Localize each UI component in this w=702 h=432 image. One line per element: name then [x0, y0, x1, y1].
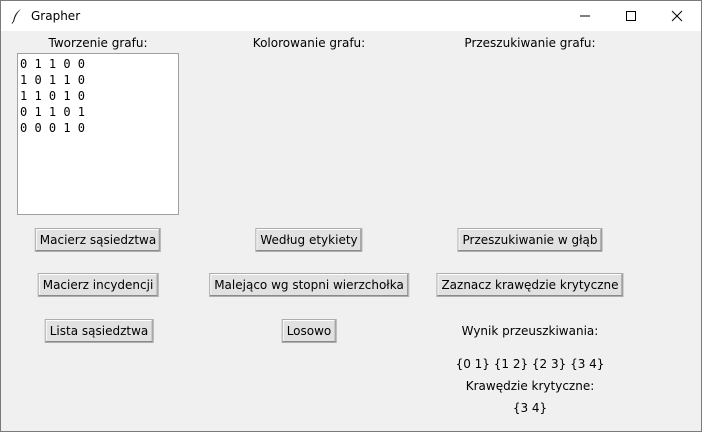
coloring-section-title: Kolorowanie grafu: [252, 36, 366, 50]
critical-edges-value: {3 4} [512, 401, 548, 415]
search-section-title: Przeszukiwanie grafu: [464, 36, 596, 50]
feather-icon [10, 8, 24, 24]
search-result-label: Wynik przeuszkiwania: [461, 324, 599, 338]
matrix-textbox[interactable]: 0 1 1 0 0 1 0 1 1 0 1 1 0 1 0 0 1 1 0 1 … [17, 53, 179, 215]
app-window: Grapher Tworzenie grafu: 0 1 1 0 0 1 0 1… [0, 0, 702, 432]
maximize-button[interactable] [608, 1, 654, 31]
search-result-value: {0 1} {1 2} {2 3} {3 4} [455, 357, 605, 371]
adjacency-matrix-button[interactable]: Macierz sąsiedztwa [34, 228, 162, 252]
adjacency-list-button[interactable]: Lista sąsiedztwa [44, 319, 154, 343]
incidence-matrix-button[interactable]: Macierz incydencji [37, 273, 159, 297]
color-by-label-button[interactable]: Według etykiety [255, 228, 363, 252]
minimize-button[interactable] [562, 1, 608, 31]
window-title: Grapher [31, 9, 81, 23]
close-button[interactable] [654, 1, 700, 31]
color-random-button[interactable]: Losowo [281, 319, 337, 343]
mark-critical-edges-button[interactable]: Zaznacz krawędzie krytyczne [436, 273, 624, 297]
create-section-title: Tworzenie grafu: [48, 36, 148, 50]
title-bar[interactable]: Grapher [1, 1, 701, 31]
dfs-button[interactable]: Przeszukiwanie w głąb [457, 228, 603, 252]
critical-edges-label: Krawędzie krytyczne: [465, 379, 595, 393]
color-by-degree-button[interactable]: Malejąco wg stopni wierzchołka [209, 273, 409, 297]
